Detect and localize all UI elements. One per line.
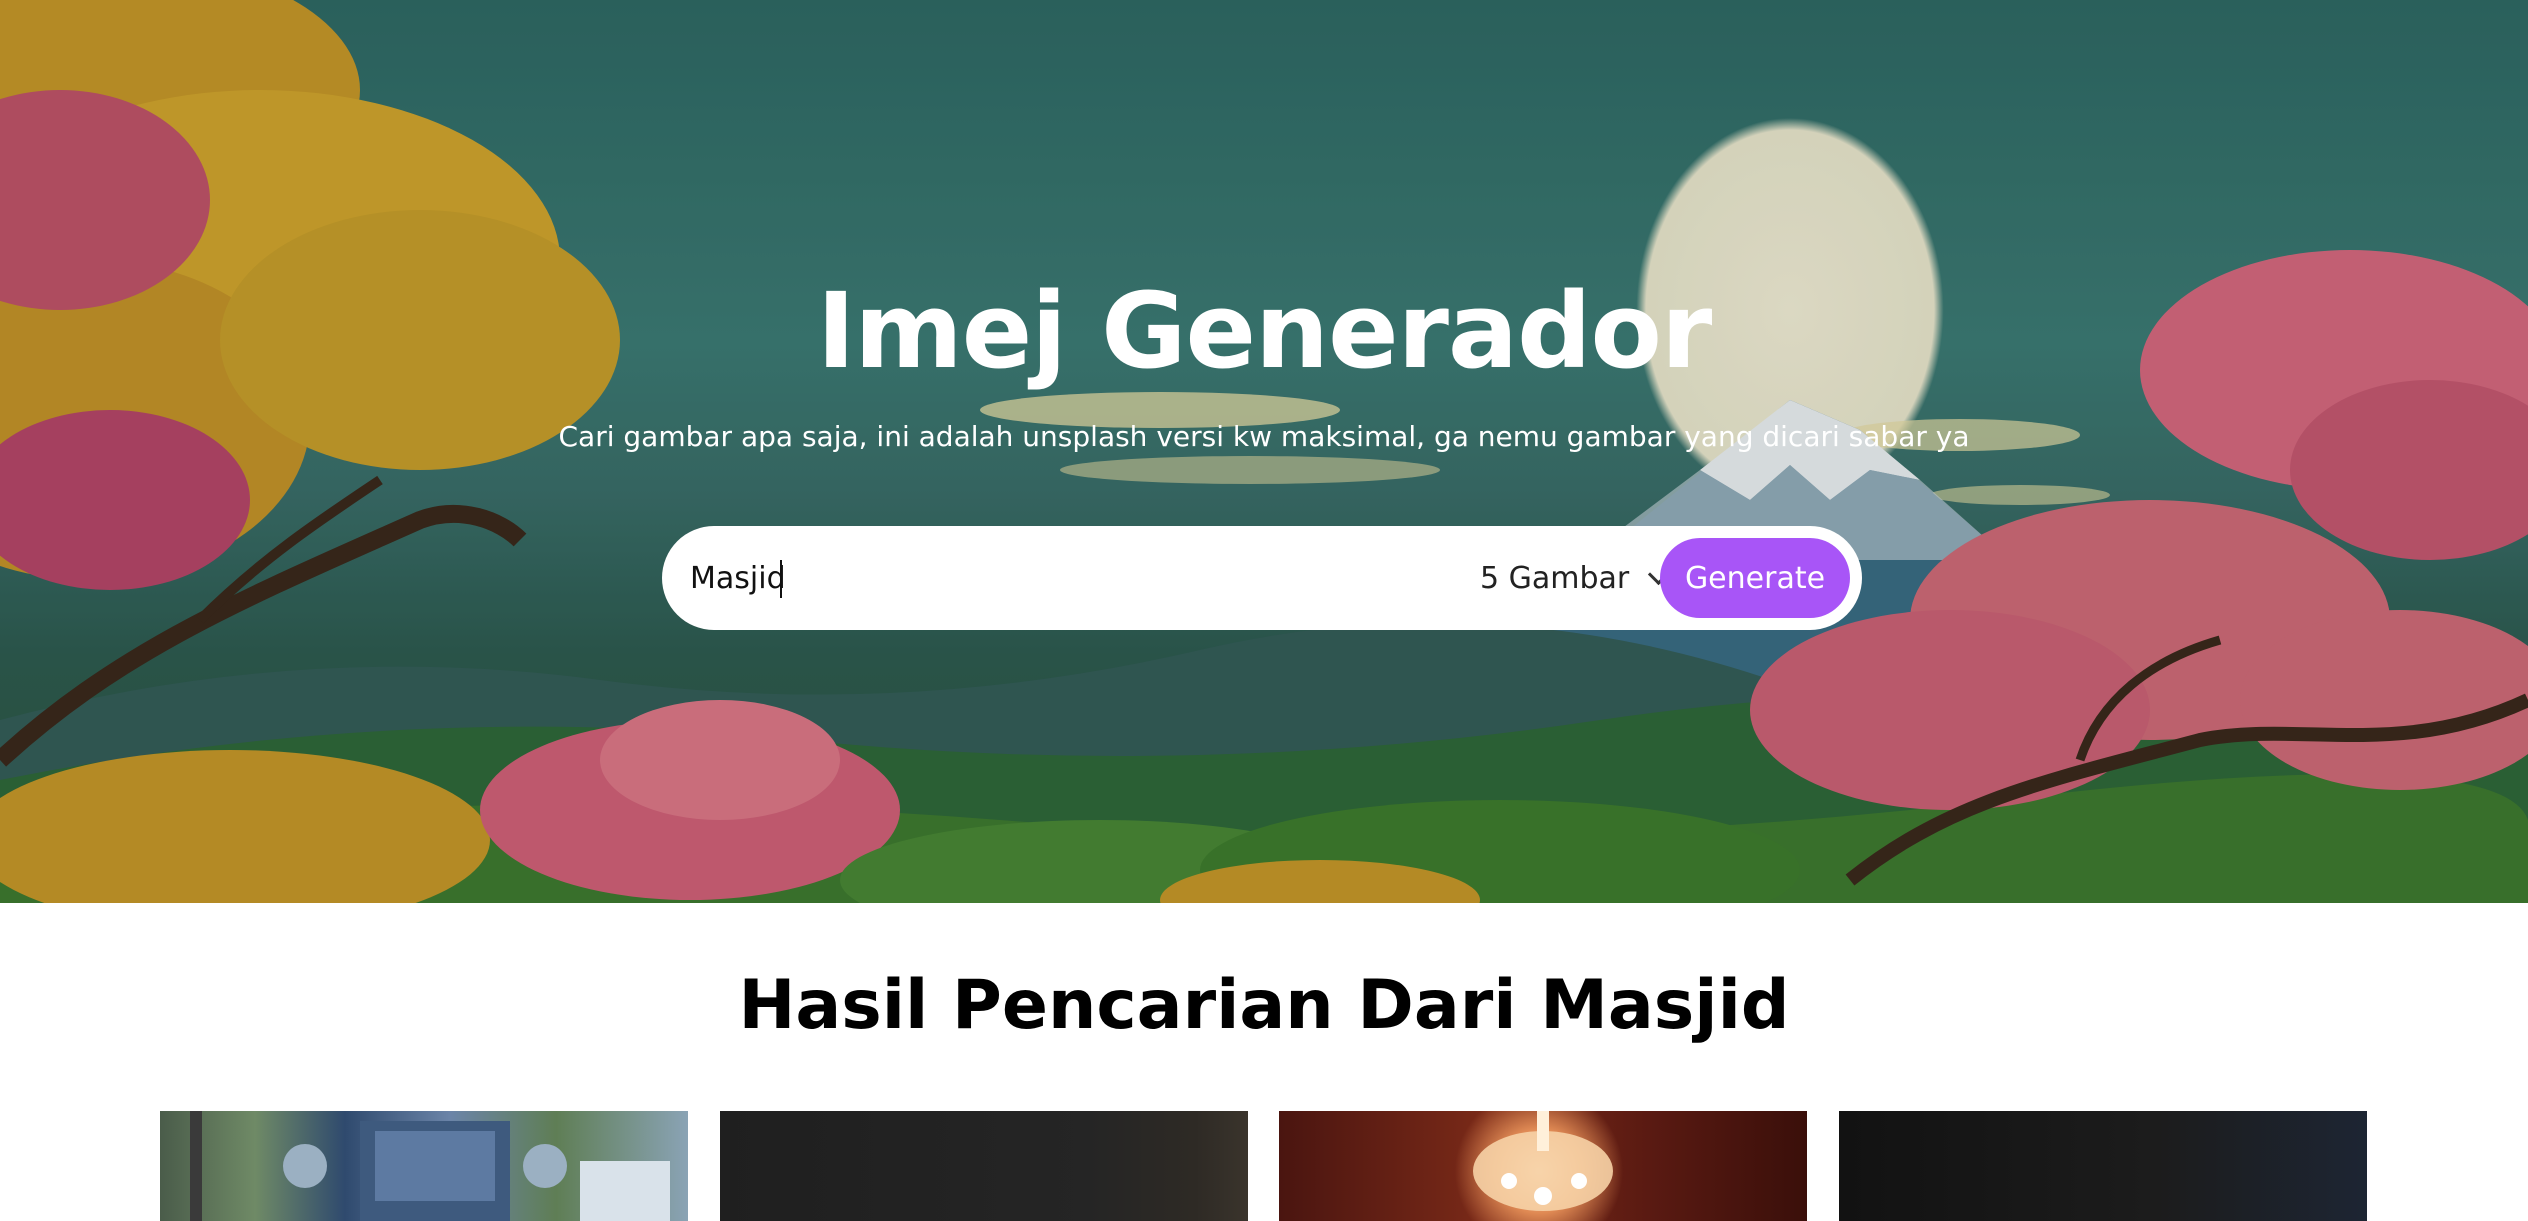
mosque-aerial-illustration — [190, 1111, 670, 1221]
hero-section: Imej Generador Cari gambar apa saja, ini… — [0, 0, 2528, 903]
chandelier-illustration — [1473, 1111, 1613, 1211]
search-bar: 5 Gambar Generate — [662, 526, 1862, 630]
generate-button[interactable]: Generate — [1660, 538, 1850, 618]
result-image-chandelier[interactable] — [1279, 1111, 1807, 1221]
image-count-value: 5 Gambar — [1480, 560, 1630, 596]
result-image-dark-photo[interactable] — [1839, 1111, 2367, 1221]
page-subtitle: Cari gambar apa saja, ini adalah unsplas… — [558, 420, 1970, 453]
text-cursor — [780, 560, 782, 598]
result-image-mosque-aerial[interactable] — [160, 1111, 688, 1221]
result-image-dark-interior[interactable] — [720, 1111, 1248, 1221]
page-title: Imej Generador — [816, 270, 1713, 392]
results-heading: Hasil Pencarian Dari Masjid — [738, 966, 1790, 1045]
search-input[interactable] — [690, 544, 1470, 612]
image-count-select[interactable]: 5 Gambar — [1480, 548, 1670, 608]
